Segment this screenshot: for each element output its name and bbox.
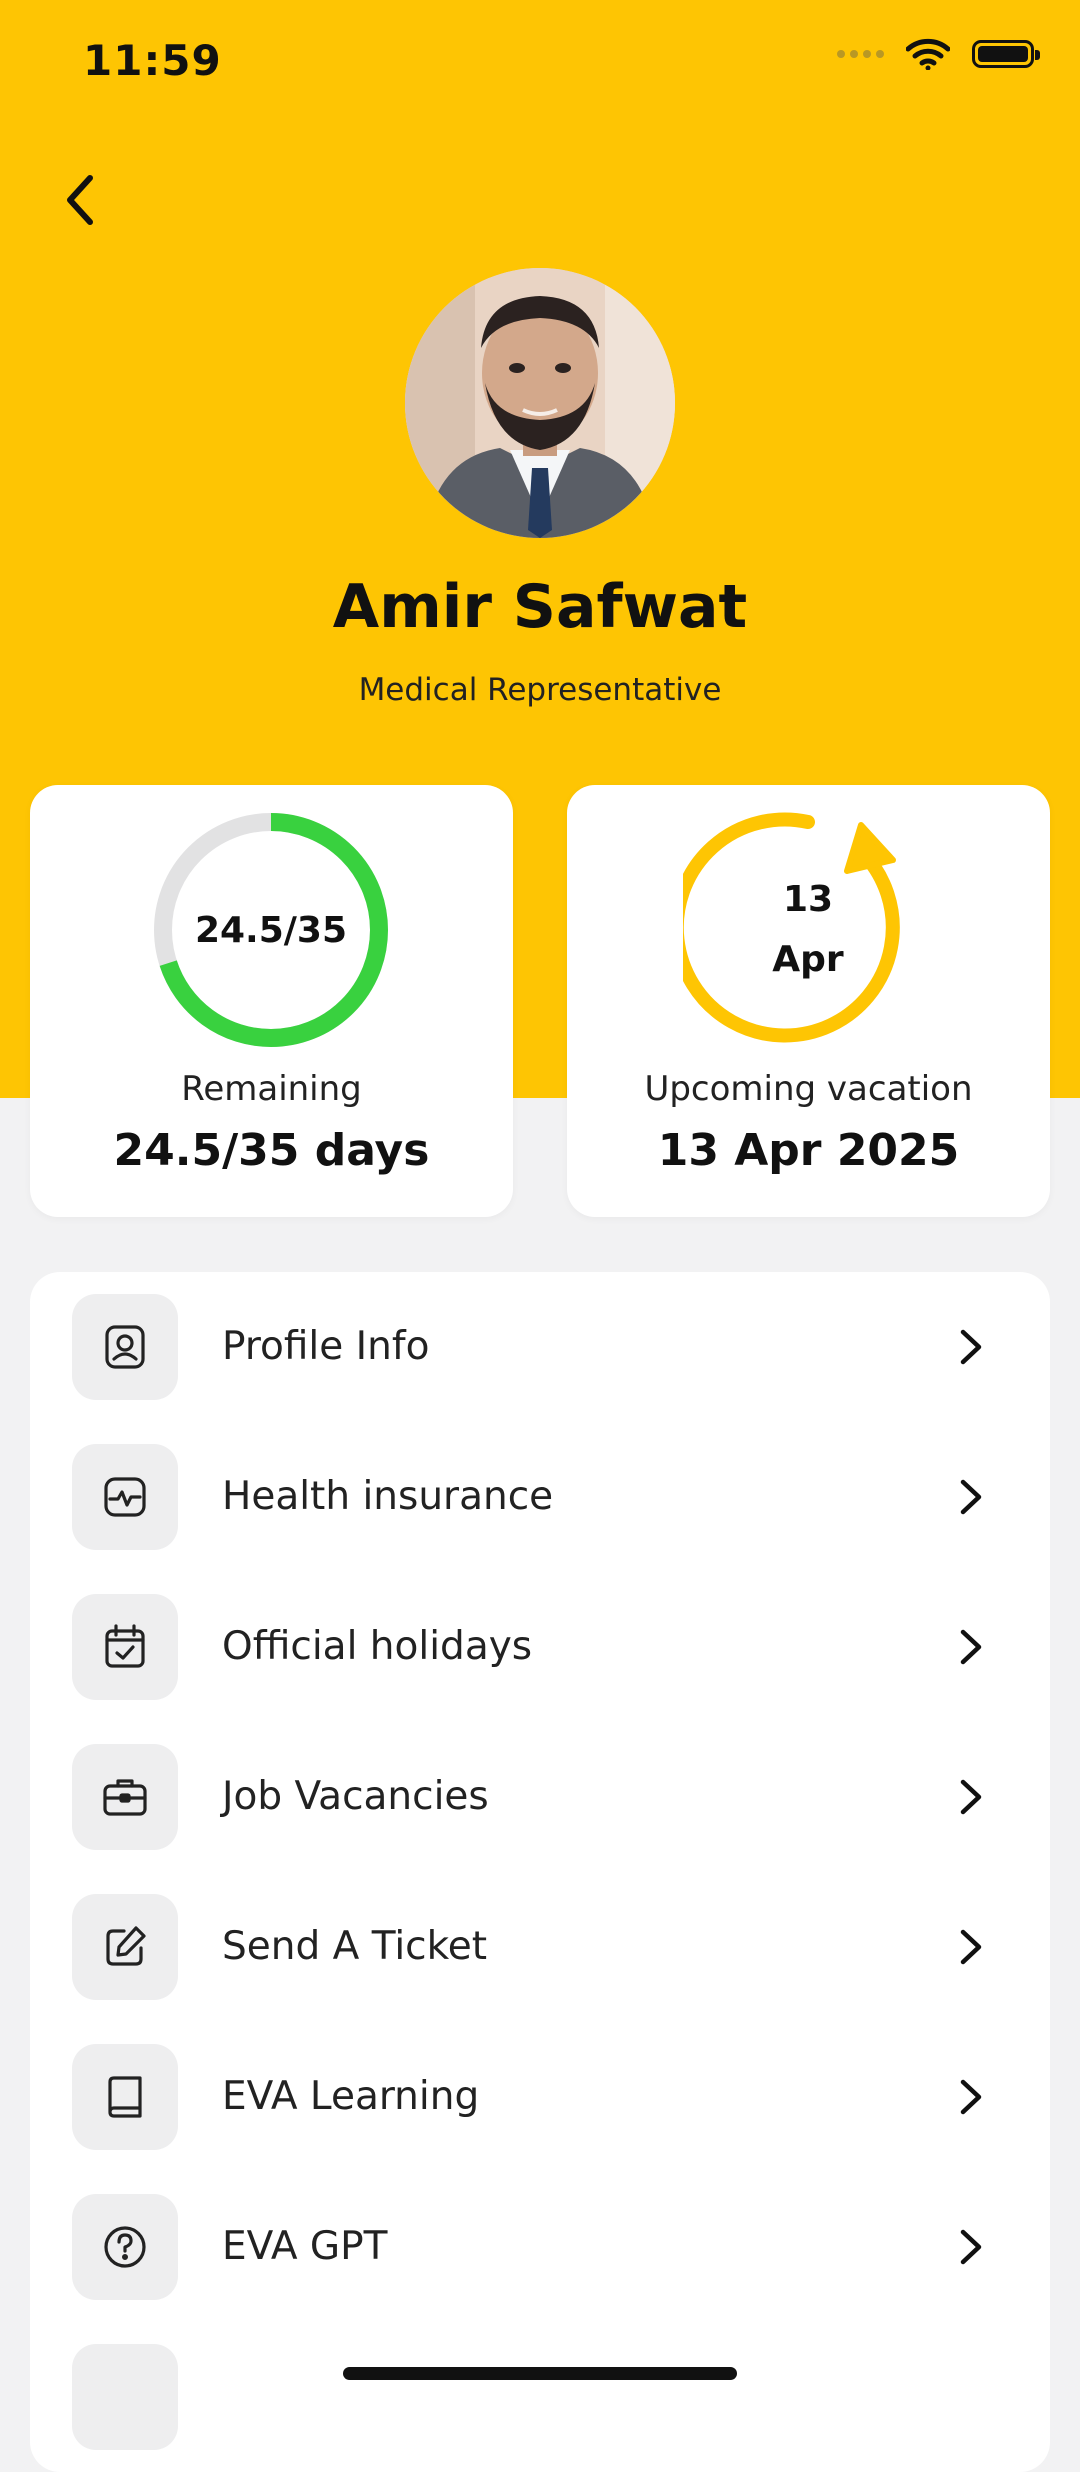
user-badge-icon <box>105 1325 145 1369</box>
vacation-ring-date: 13 Apr <box>683 805 933 1055</box>
calendar-check-icon <box>105 1624 145 1668</box>
menu-icon-container <box>72 1594 178 1700</box>
vacation-ring-month: Apr <box>772 939 844 980</box>
menu-icon-container <box>72 1294 178 1400</box>
briefcase-icon <box>103 1779 147 1816</box>
chevron-right-icon <box>960 1929 982 1965</box>
menu-item-label: EVA GPT <box>222 2224 388 2269</box>
menu-item-eva-gpt[interactable]: EVA GPT <box>30 2172 1050 2322</box>
chevron-right-icon <box>960 1329 982 1365</box>
remaining-value: 24.5/35 days <box>113 1125 430 1176</box>
menu-item-label: Health insurance <box>222 1474 554 1519</box>
menu-icon-container <box>72 1744 178 1850</box>
avatar-image <box>405 268 675 538</box>
menu-icon-container <box>72 2044 178 2150</box>
menu-item-health-insurance[interactable]: Health insurance <box>30 1422 1050 1572</box>
remaining-label: Remaining <box>181 1069 362 1109</box>
chevron-left-icon <box>67 175 93 225</box>
menu-item-partial[interactable] <box>30 2322 1050 2472</box>
avatar[interactable] <box>405 268 675 538</box>
book-icon <box>108 2076 142 2118</box>
chevron-right-icon <box>960 2079 982 2115</box>
profile-role: Medical Representative <box>358 672 722 708</box>
chevron-right-icon <box>960 1479 982 1515</box>
vacation-value: 13 Apr 2025 <box>657 1125 960 1176</box>
edit-icon <box>106 1926 146 1966</box>
upcoming-vacation-card[interactable]: 13 Apr Upcoming vacation 13 Apr 2025 <box>567 785 1050 1217</box>
chevron-right-icon <box>960 1629 982 1665</box>
heart-monitor-icon <box>104 1477 146 1517</box>
menu-item-profile-info[interactable]: Profile Info <box>30 1272 1050 1422</box>
help-circle-icon <box>104 2226 146 2268</box>
menu-item-label: Job Vacancies <box>222 1774 489 1819</box>
vacation-label: Upcoming vacation <box>644 1069 973 1109</box>
menu-item-label: Official holidays <box>222 1624 533 1669</box>
menu-item-official-holidays[interactable]: Official holidays <box>30 1572 1050 1722</box>
home-indicator[interactable] <box>343 2367 737 2380</box>
chevron-right-icon <box>960 2229 982 2265</box>
wifi-icon <box>906 38 950 70</box>
menu-item-label: Send A Ticket <box>222 1924 488 1969</box>
menu-icon-container <box>72 2344 178 2450</box>
chevron-right-icon <box>960 1779 982 1815</box>
status-time: 11:59 <box>83 36 222 85</box>
menu-icon-container <box>72 1444 178 1550</box>
menu-icon-container <box>72 1894 178 2000</box>
remaining-days-card[interactable]: 24.5/35 Remaining 24.5/35 days <box>30 785 513 1217</box>
menu-item-send-a-ticket[interactable]: Send A Ticket <box>30 1872 1050 2022</box>
signal-icon <box>837 50 884 58</box>
menu-item-label: Profile Info <box>222 1324 430 1369</box>
remaining-ring-text: 24.5/35 <box>194 909 348 951</box>
battery-icon <box>972 40 1040 68</box>
menu-item-eva-learning[interactable]: EVA Learning <box>30 2022 1050 2172</box>
vacation-ring-day: 13 <box>782 879 834 920</box>
menu-item-label: EVA Learning <box>222 2074 480 2119</box>
menu-item-job-vacancies[interactable]: Job Vacancies <box>30 1722 1050 1872</box>
status-icons <box>837 38 1040 70</box>
settings-menu: Profile Info Health insurance Official h… <box>30 1272 1050 2472</box>
back-button[interactable] <box>40 160 120 240</box>
menu-icon-container <box>72 2194 178 2300</box>
profile-name: Amir Safwat <box>332 572 748 642</box>
